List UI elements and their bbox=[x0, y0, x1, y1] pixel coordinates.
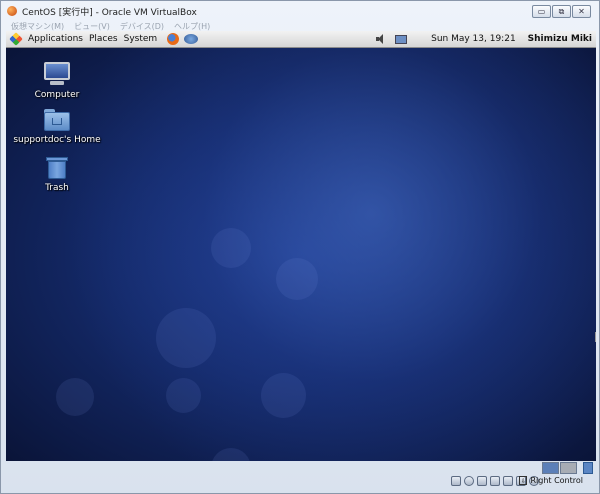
host-key-label: Right Control bbox=[530, 476, 583, 485]
menu-machine[interactable]: 仮想マシン(M) bbox=[11, 21, 64, 32]
workspace-2[interactable] bbox=[560, 462, 577, 474]
system-menu[interactable]: System bbox=[124, 34, 158, 44]
home-folder-icon bbox=[44, 109, 70, 131]
menu-devices[interactable]: デバイス(D) bbox=[120, 21, 164, 32]
applications-menu[interactable]: Applications bbox=[28, 34, 83, 44]
hard-disk-icon[interactable] bbox=[451, 476, 461, 486]
menu-view[interactable]: ビュー(V) bbox=[74, 21, 110, 32]
bokeh-decoration bbox=[211, 448, 251, 461]
desktop-icon-label: supportdoc's Home bbox=[13, 135, 101, 145]
virtualbox-window: CentOS [実行中] - Oracle VM VirtualBox ▭ ⧉ … bbox=[0, 0, 600, 494]
window-controls: ▭ ⧉ ✕ bbox=[532, 5, 591, 18]
vbox-status-bar: ⇩ Right Control bbox=[1, 462, 599, 494]
bokeh-decoration bbox=[166, 378, 201, 413]
firefox-icon[interactable] bbox=[167, 33, 180, 45]
computer-icon bbox=[44, 62, 70, 86]
resize-grip[interactable] bbox=[595, 332, 599, 342]
desktop-icon-label: Computer bbox=[34, 90, 80, 100]
bokeh-decoration bbox=[211, 228, 251, 268]
close-button[interactable]: ✕ bbox=[572, 5, 591, 18]
virtualbox-icon bbox=[7, 6, 17, 16]
restore-button[interactable]: ⧉ bbox=[552, 5, 571, 18]
title-bar[interactable]: CentOS [実行中] - Oracle VM VirtualBox ▭ ⧉ … bbox=[1, 1, 599, 21]
network-icon[interactable] bbox=[490, 476, 500, 486]
bokeh-decoration bbox=[276, 258, 318, 300]
panel-clock[interactable]: Sun May 13, 19:21 bbox=[431, 34, 516, 44]
desktop-background[interactable]: Computer supportdoc's Home Trash bbox=[6, 48, 596, 461]
desktop-icon-label: Trash bbox=[45, 183, 69, 193]
user-name[interactable]: Shimizu Miki bbox=[528, 34, 592, 44]
usb-icon[interactable] bbox=[477, 476, 487, 486]
optical-drive-icon[interactable] bbox=[464, 476, 474, 486]
desktop-icon-trash[interactable]: Trash bbox=[12, 155, 102, 193]
shared-folder-icon[interactable] bbox=[503, 476, 513, 486]
bokeh-decoration bbox=[56, 378, 94, 416]
keyboard-capture-icon[interactable]: ⇩ bbox=[519, 476, 528, 485]
desktop-icon-computer[interactable]: Computer bbox=[12, 62, 102, 100]
host-key-indicator: ⇩ Right Control bbox=[519, 476, 583, 485]
workspace-1[interactable] bbox=[542, 462, 559, 474]
network-manager-icon[interactable] bbox=[184, 34, 199, 44]
workspace-switcher[interactable] bbox=[542, 462, 577, 474]
bokeh-decoration bbox=[261, 373, 306, 418]
places-menu[interactable]: Places bbox=[89, 34, 118, 44]
window-title: CentOS [実行中] - Oracle VM VirtualBox bbox=[22, 7, 197, 18]
menu-help[interactable]: ヘルプ(H) bbox=[174, 21, 210, 32]
minimize-button[interactable]: ▭ bbox=[532, 5, 551, 18]
desktop-icon-home[interactable]: supportdoc's Home bbox=[12, 109, 102, 145]
panel-trash-icon[interactable] bbox=[583, 462, 593, 474]
display-icon[interactable] bbox=[395, 34, 408, 44]
trash-icon bbox=[46, 155, 68, 179]
gnome-foot-icon bbox=[9, 32, 23, 46]
volume-icon[interactable] bbox=[376, 34, 385, 44]
guest-display[interactable]: Applications Places System Sun May 13, 1… bbox=[6, 31, 596, 461]
bokeh-decoration bbox=[156, 308, 216, 368]
gnome-top-panel: Applications Places System Sun May 13, 1… bbox=[6, 31, 596, 48]
